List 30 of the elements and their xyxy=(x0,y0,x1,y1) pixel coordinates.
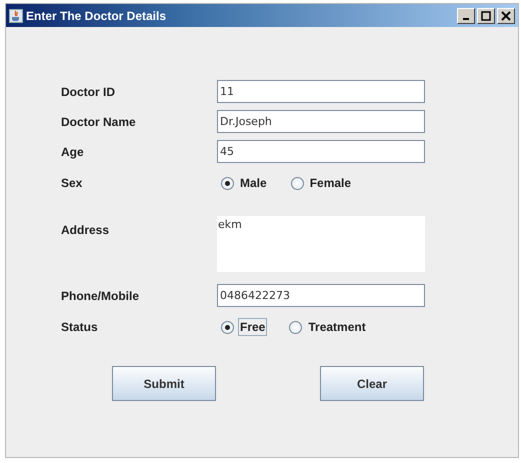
address-field[interactable]: ekm xyxy=(217,216,425,272)
text-field[interactable]: Dr.Joseph xyxy=(217,110,425,133)
minimize-button[interactable] xyxy=(457,8,475,24)
action-button[interactable]: Submit xyxy=(112,366,216,401)
option-label[interactable]: Treatment xyxy=(306,318,368,336)
radio-button[interactable] xyxy=(289,320,302,334)
field-label: Address xyxy=(61,223,110,237)
close-icon xyxy=(500,10,512,22)
action-button[interactable]: Clear xyxy=(320,366,424,401)
window-title: Enter The Doctor Details xyxy=(26,8,168,22)
text-field[interactable]: 11 xyxy=(217,80,425,103)
radio-button[interactable] xyxy=(221,176,234,190)
text-field[interactable]: 0486422273 xyxy=(217,284,425,307)
field-label: Sex xyxy=(61,176,84,190)
radio-button[interactable] xyxy=(221,320,234,334)
maximize-icon xyxy=(480,10,492,22)
text-field[interactable]: 45 xyxy=(217,140,425,163)
close-button[interactable] xyxy=(497,8,515,24)
cup-icon xyxy=(9,8,23,22)
field-label: Phone/Mobile xyxy=(61,288,140,302)
field-label: Status xyxy=(61,320,99,334)
option-label[interactable]: Male xyxy=(238,174,269,192)
field-label: Age xyxy=(61,144,85,158)
field-label: Doctor Name xyxy=(61,114,137,128)
maximize-button[interactable] xyxy=(477,8,495,24)
minimize-icon xyxy=(463,18,469,20)
radio-button[interactable] xyxy=(290,176,304,190)
option-label[interactable]: Female xyxy=(308,174,354,192)
field-label: Doctor ID xyxy=(61,84,116,98)
option-label[interactable]: Free xyxy=(238,318,268,336)
